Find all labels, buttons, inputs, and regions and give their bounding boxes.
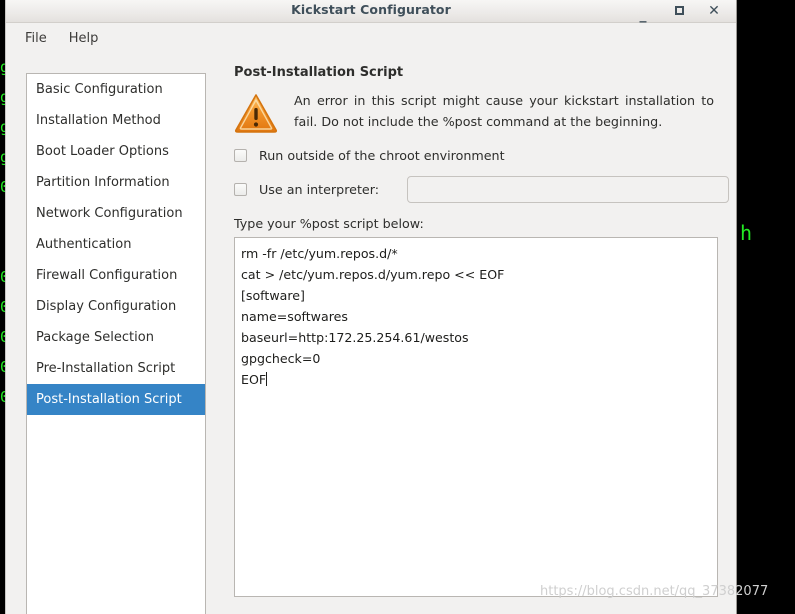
sidebar-item-partition-information[interactable]: Partition Information: [27, 167, 205, 198]
sidebar-item-basic-configuration[interactable]: Basic Configuration: [27, 74, 205, 105]
sidebar-item-package-selection[interactable]: Package Selection: [27, 322, 205, 353]
post-script-textarea[interactable]: rm -fr /etc/yum.repos.d/* cat > /etc/yum…: [234, 237, 718, 597]
sidebar-item-network-configuration[interactable]: Network Configuration: [27, 198, 205, 229]
sidebar-item-authentication[interactable]: Authentication: [27, 229, 205, 260]
sidebar-item-installation-method[interactable]: Installation Method: [27, 105, 205, 136]
minimize-icon: _: [639, 7, 647, 23]
window-titlebar[interactable]: Kickstart Configurator _ ✕: [6, 0, 736, 23]
close-icon: ✕: [708, 3, 720, 19]
window-body: Basic Configuration Installation Method …: [6, 53, 736, 614]
sidebar-item-pre-installation-script[interactable]: Pre-Installation Script: [27, 353, 205, 384]
warning-banner: An error in this script might cause your…: [234, 90, 736, 134]
script-label: Type your %post script below:: [234, 216, 424, 231]
post-script-content[interactable]: rm -fr /etc/yum.repos.d/* cat > /etc/yum…: [235, 238, 717, 395]
terminal-right-text: h: [740, 221, 753, 245]
chroot-checkbox-label: Run outside of the chroot environment: [259, 148, 505, 163]
sidebar-item-post-installation-script[interactable]: Post-Installation Script: [27, 384, 205, 415]
menu-item-file[interactable]: File: [16, 28, 56, 49]
minimize-button[interactable]: _: [630, 0, 656, 23]
post-installation-pane: Post-Installation Script An error in thi…: [216, 65, 736, 614]
close-button[interactable]: ✕: [701, 0, 727, 22]
window-title: Kickstart Configurator: [291, 2, 451, 17]
menu-item-help[interactable]: Help: [60, 28, 108, 49]
warning-text: An error in this script might cause your…: [294, 93, 714, 129]
sidebar-item-boot-loader-options[interactable]: Boot Loader Options: [27, 136, 205, 167]
menu-bar: File Help: [6, 23, 736, 54]
maximize-button[interactable]: [666, 0, 692, 22]
sidebar-item-display-configuration[interactable]: Display Configuration: [27, 291, 205, 322]
interpreter-checkbox-label: Use an interpreter:: [259, 182, 379, 197]
chroot-checkbox[interactable]: [234, 149, 247, 162]
warning-triangle-icon: [234, 94, 278, 133]
sidebar-item-firewall-configuration[interactable]: Firewall Configuration: [27, 260, 205, 291]
maximize-icon: [674, 6, 684, 15]
page-title: Post-Installation Script: [234, 65, 404, 80]
interpreter-row[interactable]: Use an interpreter:: [234, 176, 736, 203]
interpreter-input[interactable]: [407, 176, 729, 203]
text-caret: [266, 372, 268, 386]
section-list[interactable]: Basic Configuration Installation Method …: [26, 73, 206, 614]
interpreter-checkbox[interactable]: [234, 183, 247, 196]
chroot-checkbox-row[interactable]: Run outside of the chroot environment: [234, 148, 736, 163]
kickstart-configurator-window: Kickstart Configurator _ ✕ File Help Bas…: [5, 0, 737, 614]
